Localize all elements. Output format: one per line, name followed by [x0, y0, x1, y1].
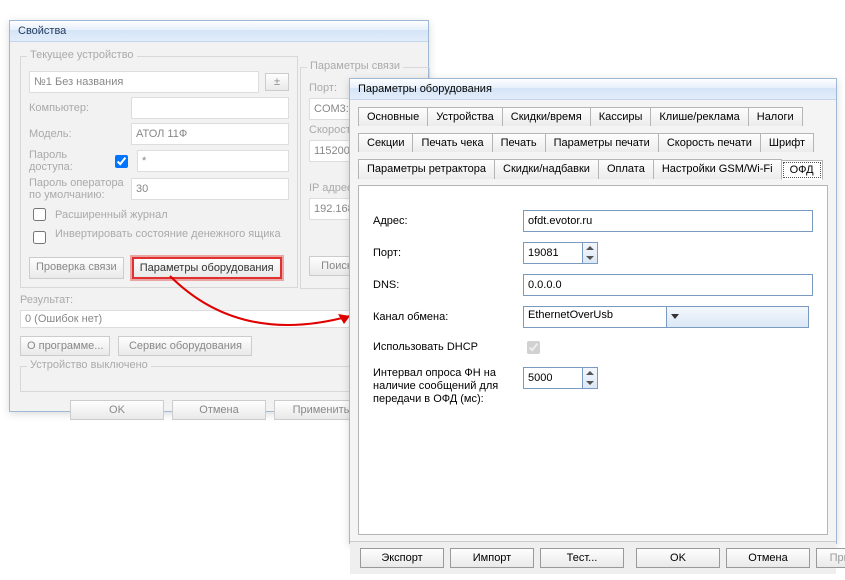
service-button[interactable]: Сервис оборудования: [118, 336, 252, 356]
tabs-row-3: Параметры ретрактора Скидки/надбавки Опл…: [358, 158, 828, 179]
equipment-params-window: Параметры оборудования Основные Устройст…: [349, 78, 837, 544]
about-button[interactable]: О программе...: [20, 336, 110, 356]
plus-minus-button[interactable]: ±: [265, 73, 289, 91]
tab-font[interactable]: Шрифт: [760, 133, 814, 152]
channel-label: Канал обмена:: [373, 311, 523, 324]
ofd-port-label: Порт:: [373, 247, 523, 260]
interval-label: Интервал опроса ФН на наличие сообщений …: [373, 367, 523, 406]
equipment-params-title: Параметры оборудования: [350, 79, 836, 100]
tab-print-params[interactable]: Параметры печати: [545, 133, 659, 152]
ext-log-checkbox[interactable]: [33, 208, 46, 221]
channel-select[interactable]: EthernetOverUsb: [523, 306, 809, 328]
tab-general[interactable]: Основные: [358, 107, 428, 126]
tab-payment[interactable]: Оплата: [598, 159, 654, 179]
device-select[interactable]: [29, 71, 259, 93]
invert-checkbox[interactable]: [33, 231, 46, 244]
tab-print[interactable]: Печать: [492, 133, 546, 152]
address-field[interactable]: [523, 210, 813, 232]
current-device-group: Текущее устройство ± Компьютер: Модель: …: [20, 56, 298, 288]
status-text: Устройство выключено: [27, 359, 151, 371]
access-pwd-checkbox[interactable]: [115, 155, 128, 168]
tab-print-receipt[interactable]: Печать чека: [412, 133, 492, 152]
ofd-panel: Адрес: Порт: DNS: Канал обмена: Ethernet…: [358, 185, 828, 535]
model-label: Модель:: [29, 128, 125, 140]
dlg-cancel-button[interactable]: Отмена: [726, 548, 810, 568]
export-button[interactable]: Экспорт: [360, 548, 444, 568]
tab-taxes[interactable]: Налоги: [748, 107, 803, 126]
dhcp-checkbox: [527, 341, 540, 354]
oper-pwd-label: Пароль оператора по умолчанию:: [29, 177, 125, 201]
dlg-ok-button[interactable]: OK: [636, 548, 720, 568]
tab-retractor[interactable]: Параметры ретрактора: [358, 159, 495, 179]
result-label: Результат:: [20, 294, 73, 306]
dialog-buttons: Экспорт Импорт Тест... OK Отмена Примени…: [350, 541, 836, 574]
check-link-button[interactable]: Проверка связи: [29, 257, 124, 279]
computer-label: Компьютер:: [29, 102, 125, 114]
tab-ofd[interactable]: ОФД: [781, 160, 823, 180]
properties-title: Свойства: [10, 21, 428, 42]
tab-sections[interactable]: Секции: [358, 133, 413, 152]
tab-discounts[interactable]: Скидки/надбавки: [494, 159, 599, 179]
dlg-apply-button: Применить: [816, 548, 845, 568]
invert-label: Инвертировать состояние денежного ящика: [55, 228, 281, 240]
import-button[interactable]: Импорт: [450, 548, 534, 568]
tab-devices[interactable]: Устройства: [427, 107, 503, 126]
oper-pwd-field[interactable]: [131, 178, 289, 200]
interval-field[interactable]: [523, 367, 583, 389]
dns-label: DNS:: [373, 279, 523, 292]
ok-button[interactable]: OK: [70, 400, 164, 420]
tab-gsm-wifi[interactable]: Настройки GSM/Wi-Fi: [653, 159, 782, 179]
chevron-down-icon: [666, 307, 809, 327]
tab-print-speed[interactable]: Скорость печати: [658, 133, 761, 152]
dns-field[interactable]: [523, 274, 813, 296]
model-field[interactable]: [131, 123, 289, 145]
access-pwd-label: Пароль доступа:: [29, 149, 105, 173]
group-legend: Текущее устройство: [27, 49, 137, 61]
ofd-port-field[interactable]: [523, 242, 583, 264]
cancel-button[interactable]: Отмена: [172, 400, 266, 420]
equipment-params-button[interactable]: Параметры оборудования: [132, 257, 282, 279]
dhcp-label: Использовать DHCP: [373, 341, 523, 354]
tabs-row-1: Основные Устройства Скидки/время Кассиры…: [358, 106, 828, 126]
link-legend: Параметры связи: [307, 60, 403, 72]
tab-cashiers[interactable]: Кассиры: [590, 107, 652, 126]
access-pwd-field[interactable]: [137, 150, 289, 172]
channel-value: EthernetOverUsb: [524, 307, 666, 327]
ext-log-label: Расширенный журнал: [55, 209, 168, 221]
interval-spinner[interactable]: [583, 367, 598, 389]
tabs-row-2: Секции Печать чека Печать Параметры печа…: [358, 132, 828, 152]
computer-field[interactable]: [131, 97, 289, 119]
tab-cliche[interactable]: Клише/реклама: [650, 107, 748, 126]
address-label: Адрес:: [373, 215, 523, 228]
tab-discounts-time[interactable]: Скидки/время: [502, 107, 591, 126]
port-spinner[interactable]: [583, 242, 598, 264]
test-button[interactable]: Тест...: [540, 548, 624, 568]
